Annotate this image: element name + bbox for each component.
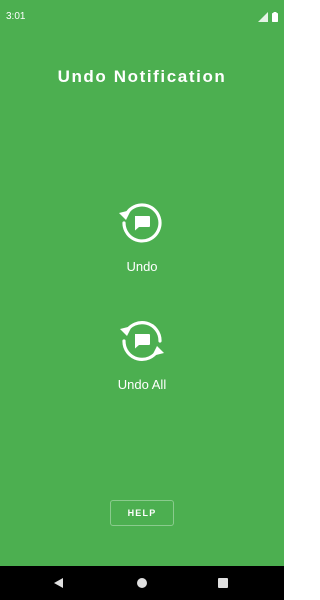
status-time: 3:01	[6, 11, 26, 22]
home-button[interactable]	[133, 574, 151, 592]
battery-icon	[272, 12, 278, 22]
undo-all-button[interactable]: Undo All	[92, 313, 192, 392]
recents-button[interactable]	[214, 574, 232, 592]
undo-notification-icon	[119, 203, 162, 243]
home-icon	[137, 578, 147, 588]
navigation-bar	[0, 566, 284, 600]
undo-label: Undo	[126, 259, 158, 274]
undo-all-label: Undo All	[117, 377, 167, 392]
undo-all-notifications-icon	[120, 321, 164, 361]
status-icons	[258, 12, 278, 22]
undo-button[interactable]: Undo	[92, 195, 192, 274]
recents-icon	[218, 578, 228, 588]
app-screen: 3:01 Undo Notification Undo Undo All HEL…	[0, 0, 284, 600]
back-icon	[54, 578, 63, 588]
status-bar: 3:01	[0, 0, 284, 36]
signal-icon	[258, 12, 268, 22]
page-title: Undo Notification	[57, 67, 227, 86]
help-button[interactable]: HELP	[110, 500, 174, 526]
back-button[interactable]	[50, 574, 68, 592]
